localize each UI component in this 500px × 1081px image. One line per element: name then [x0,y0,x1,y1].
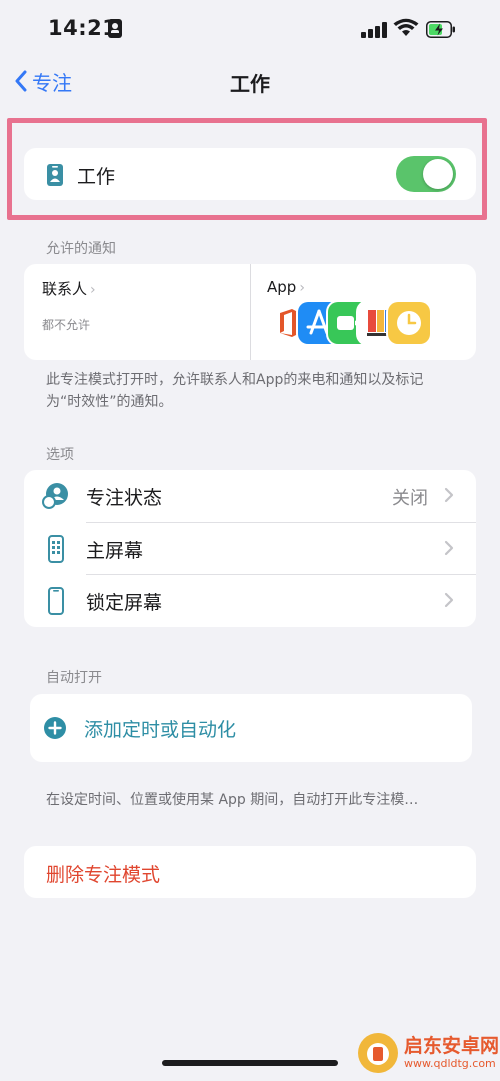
watermark: 启东安卓网 www.qdldtg.com [358,1030,499,1076]
chevron-right-icon [444,540,454,556]
clock-app-icon [388,302,430,344]
focus-status-value: 关闭 [392,488,428,509]
status-time: 14:21 [48,16,118,40]
contacts-button[interactable]: 联系人 › [42,278,96,299]
options-card: 专注状态 关闭 主屏幕 锁定屏幕 [24,470,476,627]
divider [250,264,251,360]
home-screen-icon [48,535,64,563]
watermark-name: 启东安卓网 [404,1035,500,1057]
wifi-icon [393,18,419,36]
chevron-right-icon: › [299,280,305,296]
lock-screen-label: 锁定屏幕 [86,592,163,614]
home-indicator[interactable] [162,1060,338,1066]
focus-toggle[interactable] [396,156,456,192]
auto-on-note: 在设定时间、位置或使用某 App 期间，自动打开此专注模… [46,792,419,808]
add-schedule-automation-label: 添加定时或自动化 [84,719,237,741]
allowed-notifications-header: 允许的通知 [46,241,116,257]
allowed-notifications-note: 此专注模式打开时，允许联系人和App的来电和通知以及标记为“时效性”的通知。 [46,372,424,410]
add-schedule-automation-button[interactable]: 添加定时或自动化 [30,694,472,762]
focus-status-row[interactable]: 专注状态 关闭 [24,470,476,522]
plus-circle-icon [44,717,66,739]
chevron-right-icon: › [90,282,96,298]
battery-charging-icon [426,21,455,38]
chevron-right-icon [444,592,454,608]
delete-focus-button[interactable]: 删除专注模式 [24,846,476,898]
focus-status-icon [108,19,122,38]
focus-label: 工作 [77,166,116,188]
lock-screen-row[interactable]: 锁定屏幕 [24,575,476,627]
focus-toggle-row: 工作 [24,148,476,200]
allowed-notifications-card: 联系人 › 都不允许 App › [24,264,476,360]
watermark-logo-icon [358,1033,398,1073]
apps-label: App [267,278,297,296]
auto-on-header: 自动打开 [46,670,102,686]
focus-status-person-icon [42,483,68,509]
contacts-value: 都不允许 [42,318,91,332]
contacts-label: 联系人 [42,280,88,298]
page-title: 工作 [230,72,270,96]
watermark-url: www.qdldtg.com [404,1057,496,1070]
delete-focus-label: 删除专注模式 [46,864,161,886]
options-header: 选项 [46,447,74,463]
home-screen-label: 主屏幕 [86,540,144,562]
allowed-app-icons[interactable] [268,302,448,346]
focus-status-label: 专注状态 [86,487,163,509]
id-badge-icon [47,164,63,186]
cellular-signal-icon [361,22,387,38]
apps-button[interactable]: App › [267,278,305,296]
lock-screen-icon [48,587,64,615]
chevron-right-icon [444,487,454,503]
toggle-knob [423,159,453,189]
home-screen-row[interactable]: 主屏幕 [24,523,476,575]
